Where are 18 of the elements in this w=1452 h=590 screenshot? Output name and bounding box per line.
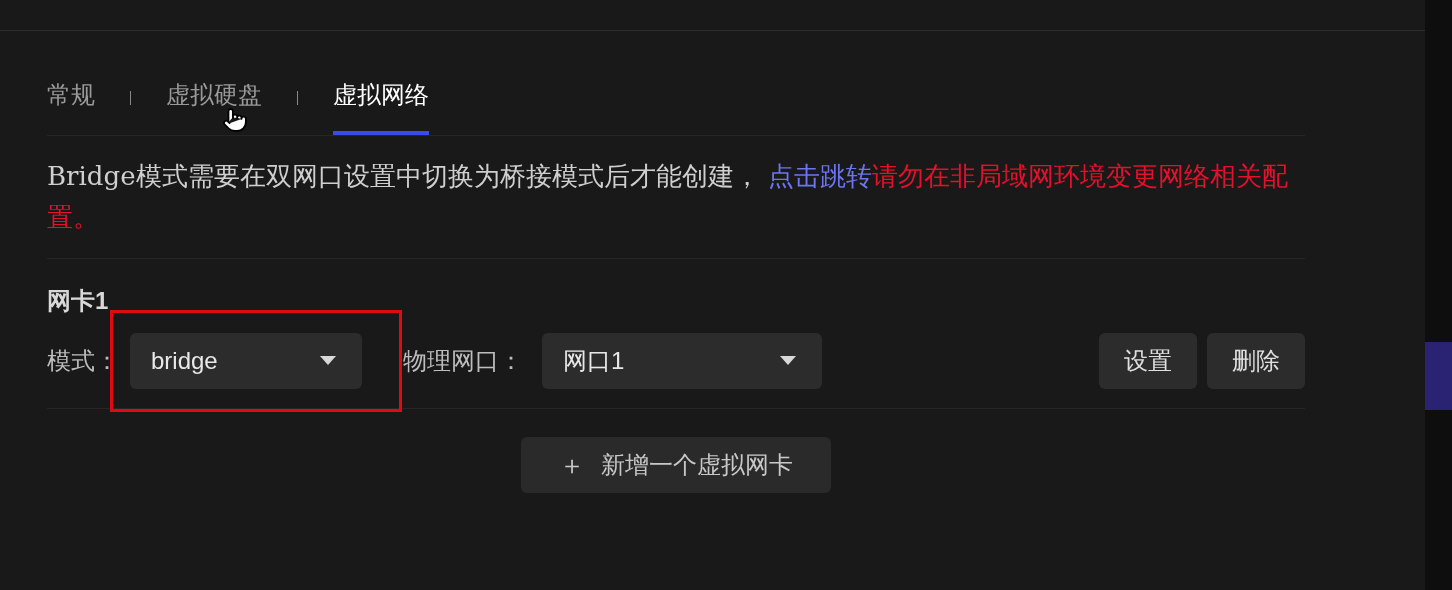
dropdown[interactable]: 网口1 bbox=[542, 333, 822, 389]
caret-icon bbox=[780, 356, 796, 366]
caret-icon bbox=[320, 356, 336, 366]
notice-text: Bridge模式需要在双网口设置中切换为桥接模式后才能创建， 点击跳转请勿在非局域网环境变更网络相关配置。 bbox=[47, 136, 1305, 259]
jump-link[interactable]: 点击跳转 bbox=[767, 161, 872, 191]
port-label: 物理网口： bbox=[403, 346, 524, 376]
plus-icon: ＋ bbox=[559, 445, 585, 485]
nic-title: 网卡1 bbox=[47, 286, 110, 316]
dropdown[interactable]: bridge bbox=[130, 333, 362, 389]
delete-button[interactable]: 删除 bbox=[1207, 333, 1305, 389]
mode-label: 模式： bbox=[47, 346, 120, 376]
tab[interactable]: 常规 bbox=[47, 77, 95, 135]
tab[interactable]: 虚拟硬盘 bbox=[166, 77, 262, 135]
side-highlight bbox=[1425, 342, 1452, 410]
settings-button[interactable]: 设置 bbox=[1099, 333, 1197, 389]
add-nic-button[interactable]: ＋ 新增一个虚拟网卡 bbox=[521, 437, 831, 493]
tab[interactable]: 虚拟网络 bbox=[333, 77, 429, 135]
hand-cursor-icon bbox=[222, 107, 248, 133]
